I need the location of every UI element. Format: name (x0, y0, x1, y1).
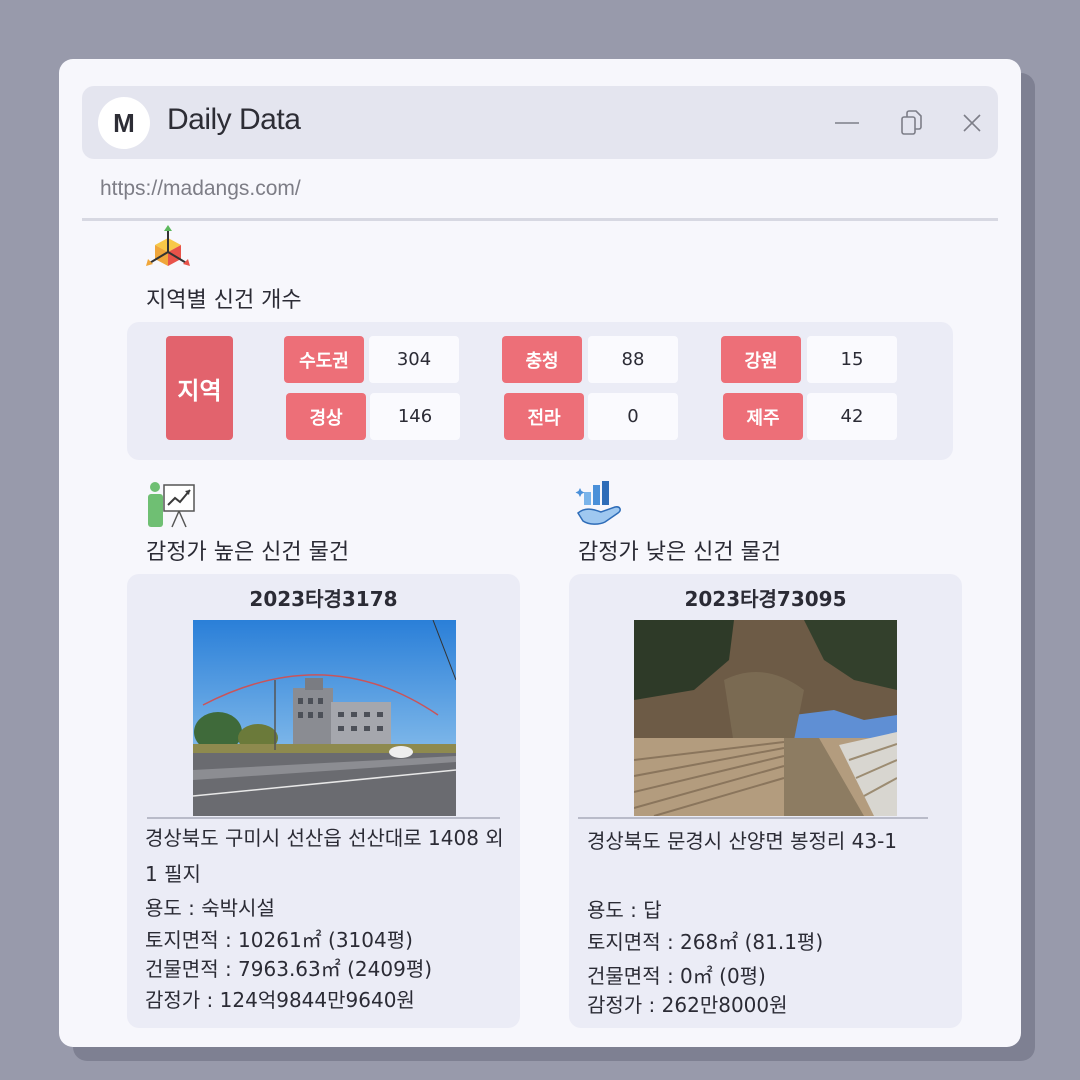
minimize-icon[interactable] (832, 108, 862, 138)
url-divider (82, 218, 998, 221)
region-chip: 경상 (286, 393, 366, 440)
region-chip: 제주 (723, 393, 803, 440)
region-chip: 충청 (502, 336, 582, 383)
low-property-card[interactable]: 2023타경73095 경상북도 문경시 산양면 봉정리 43-1 용도: 답… (569, 574, 962, 1028)
region-count: 88 (588, 336, 678, 383)
photo-divider (578, 817, 928, 819)
property-appraisal: 감정가 : 262만8000원 (587, 993, 788, 1017)
case-number[interactable]: 2023타경3178 (127, 583, 520, 612)
case-number[interactable]: 2023타경73095 (569, 583, 962, 612)
app-window: M Daily Data https://madangs.com/ 지역별 신건… (59, 59, 1021, 1047)
region-count: 15 (807, 336, 897, 383)
low-section-title: 감정가 낮은 신건 물건 (578, 540, 782, 565)
property-land-area: 토지면적 : 268㎡ (81.1평) (587, 930, 824, 954)
property-address: 경상북도 구미시 선산읍 선산대로 1408 외 1 필지 (145, 826, 504, 886)
region-count: 42 (807, 393, 897, 440)
region-chip: 수도권 (284, 336, 364, 383)
app-logo: M (98, 97, 150, 149)
region-count: 0 (588, 393, 678, 440)
property-photo-building[interactable] (193, 620, 456, 816)
copy-icon[interactable] (896, 108, 926, 138)
region-chip: 전라 (504, 393, 584, 440)
app-title: Daily Data (167, 103, 301, 136)
region-header-label: 지역 (166, 336, 233, 440)
region-count: 146 (370, 393, 460, 440)
region-count: 304 (369, 336, 459, 383)
region-chip: 강원 (721, 336, 801, 383)
photo-divider (147, 817, 500, 819)
region-panel: 지역 수도권 304 충청 88 강원 15 경상 146 전라 0 제주 42 (127, 322, 953, 460)
property-usage: 용도 : 답 (587, 898, 662, 922)
title-bar: M Daily Data (82, 86, 998, 159)
close-icon[interactable] (957, 108, 987, 138)
property-building-area: 건물면적 : 0㎡ (0평) (587, 964, 766, 988)
high-property-card[interactable]: 2023타경3178 경상북도 구미시 선산읍 선산대로 1408 외 1 필지… (127, 574, 520, 1028)
property-usage: 용도 : 숙박시설 (145, 896, 275, 920)
property-photo-field[interactable] (634, 620, 897, 816)
property-address: 경상북도 문경시 산양면 봉정리 43-1 (587, 829, 898, 853)
property-land-area: 토지면적 : 10261㎡ (3104평) (145, 928, 413, 952)
high-section-title: 감정가 높은 신건 물건 (146, 540, 350, 565)
property-appraisal: 감정가 : 124억9844만9640원 (145, 988, 415, 1012)
property-building-area: 건물면적 : 7963.63㎡ (2409평) (145, 957, 433, 981)
presentation-chart-icon (144, 479, 196, 533)
region-section-title: 지역별 신건 개수 (146, 288, 302, 313)
axes-cube-icon (143, 224, 193, 276)
hand-bar-chart-icon (575, 479, 625, 533)
url-bar[interactable]: https://madangs.com/ (100, 177, 301, 201)
